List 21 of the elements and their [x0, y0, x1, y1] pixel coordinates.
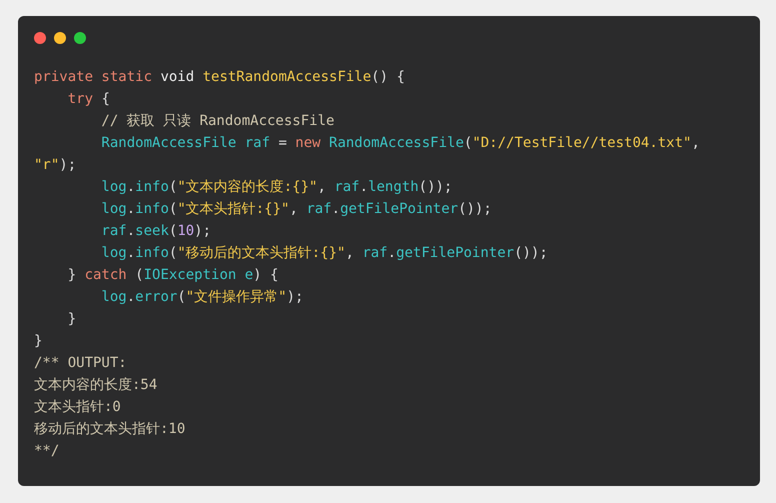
code-line: log.info("文本头指针:{}", raf.getFilePointer()); — [100, 200, 492, 219]
code-line: } — [66, 310, 76, 329]
code-line: private static void testRandomAccessFile() { — [34, 68, 405, 87]
window-control-button[interactable] — [34, 32, 46, 44]
code-line: raf.seek(10); — [100, 222, 212, 241]
code-line: log.info("移动后的文本头指针:{}", raf.getFilePointer()); — [100, 244, 548, 263]
code-line: log.error("文件操作异常"); — [100, 288, 304, 307]
code-line: **/ — [34, 442, 60, 461]
code-line: /** OUTPUT: — [34, 354, 127, 373]
code-line: 移动后的文本头指针:10 — [34, 420, 186, 439]
code-line: 文本内容的长度:54 — [34, 376, 158, 395]
window-control-button[interactable] — [54, 32, 66, 44]
code-line: try { — [66, 90, 110, 109]
code-line: RandomAccessFile raf = new RandomAccessFile("D://TestFile//test04.txt", — [100, 134, 700, 153]
code-line: // 获取 只读 RandomAccessFile — [100, 112, 334, 131]
code-line: 文本头指针:0 — [34, 398, 121, 417]
code-line: "r"); — [34, 156, 76, 175]
window-control-button[interactable] — [74, 32, 86, 44]
code-line: } catch (IOException e) { — [66, 266, 278, 285]
code-line: } — [34, 332, 42, 351]
code-line: log.info("文本内容的长度:{}", raf.length()); — [100, 178, 452, 197]
